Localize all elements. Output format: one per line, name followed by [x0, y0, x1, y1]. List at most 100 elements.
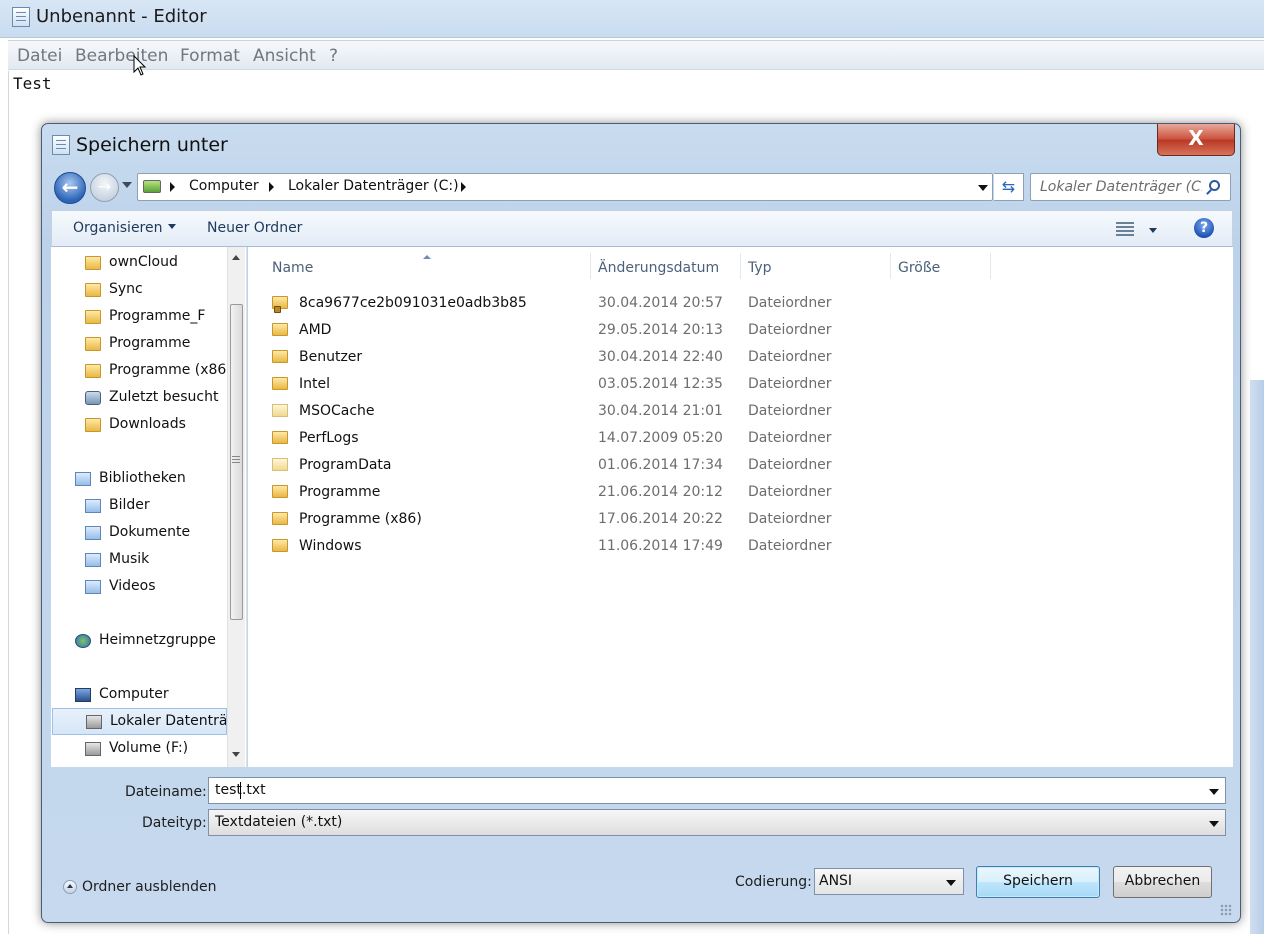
collapse-up-icon[interactable] — [63, 880, 77, 894]
scroll-up-icon[interactable] — [232, 255, 240, 260]
organize-button[interactable]: Organisieren — [73, 220, 176, 236]
breadcrumb-separator-icon[interactable] — [461, 182, 466, 192]
column-header-type[interactable]: Typ — [741, 253, 891, 279]
file-name: Windows — [299, 538, 362, 554]
text-caret — [240, 782, 241, 799]
breadcrumb-local-disk[interactable]: Lokaler Datenträger (C:) — [288, 178, 459, 194]
computer-icon — [75, 688, 91, 702]
column-header-size[interactable]: Größe — [891, 253, 991, 279]
folder-icon — [272, 512, 288, 525]
drive-icon — [86, 715, 102, 729]
address-bar[interactable]: Computer Lokaler Datenträger (C:) — [137, 173, 993, 201]
resize-grip-icon[interactable] — [1220, 904, 1232, 916]
nav-item-programme-x86[interactable]: Programme (x86) — [85, 360, 235, 384]
view-options-icon[interactable] — [1116, 222, 1134, 236]
nav-item-programme-f[interactable]: Programme_F — [85, 306, 235, 330]
nav-item-label: Computer — [99, 686, 169, 702]
hide-folders-link[interactable]: Ordner ausblenden — [82, 879, 217, 895]
back-button[interactable]: ← — [54, 172, 86, 204]
filetype-value: Textdateien (*.txt) — [215, 814, 343, 830]
encoding-select[interactable]: ANSI — [814, 868, 964, 895]
search-input[interactable]: Lokaler Datenträger (C:... — [1030, 173, 1231, 201]
nav-item-music[interactable]: Musik — [85, 549, 235, 573]
file-name: Programme — [299, 484, 381, 500]
column-header-name[interactable]: Name — [265, 253, 591, 279]
file-date: 21.06.2014 20:12 — [598, 484, 723, 500]
column-header-label: Name — [272, 260, 314, 276]
filetype-select[interactable]: Textdateien (*.txt) — [208, 809, 1226, 836]
nav-item-label: ownCloud — [109, 254, 178, 270]
nav-item-local-disk-c[interactable]: Lokaler Datenträger (C:) — [52, 708, 227, 735]
search-icon[interactable] — [1209, 180, 1220, 191]
file-row[interactable]: PerfLogs 14.07.2009 05:20 Dateiordner — [272, 426, 1232, 452]
file-date: 17.06.2014 20:22 — [598, 511, 723, 527]
file-date: 03.05.2014 12:35 — [598, 376, 723, 392]
nav-item-documents[interactable]: Dokumente — [85, 522, 235, 546]
chevron-down-icon[interactable] — [946, 880, 956, 886]
refresh-button[interactable]: ⇆ — [994, 173, 1024, 201]
file-row[interactable]: 8ca9677ce2b091031e0adb3b85 30.04.2014 20:… — [272, 291, 1232, 317]
filename-input[interactable]: test.txt — [208, 777, 1226, 804]
file-type: Dateiordner — [748, 403, 832, 419]
scroll-down-icon[interactable] — [232, 752, 240, 757]
nav-item-volume-f[interactable]: Volume (F:) — [85, 738, 235, 762]
nav-item-downloads[interactable]: Downloads — [85, 414, 235, 438]
file-row[interactable]: Programme 21.06.2014 20:12 Dateiordner — [272, 480, 1232, 506]
notepad-content[interactable]: Test — [13, 74, 52, 93]
file-row[interactable]: ProgramData 01.06.2014 17:34 Dateiordner — [272, 453, 1232, 479]
menu-ansicht[interactable]: Ansicht — [253, 46, 316, 66]
column-header-label: Typ — [748, 260, 772, 276]
file-row[interactable]: Intel 03.05.2014 12:35 Dateiordner — [272, 372, 1232, 398]
organize-label: Organisieren — [73, 220, 163, 236]
file-row[interactable]: Windows 11.06.2014 17:49 Dateiordner — [272, 534, 1232, 560]
menu-bearbeiten[interactable]: Bearbeiten — [75, 46, 168, 66]
filename-label: Dateiname: — [125, 784, 207, 800]
chevron-down-icon[interactable] — [1209, 821, 1219, 827]
nav-item-computer[interactable]: Computer — [75, 684, 235, 708]
scrollbar-grip-icon — [232, 456, 240, 463]
help-icon[interactable]: ? — [1194, 218, 1214, 238]
file-row[interactable]: Benutzer 30.04.2014 22:40 Dateiordner — [272, 345, 1232, 371]
recent-pages-dropdown-icon[interactable] — [122, 182, 132, 188]
notepad-icon — [52, 135, 70, 155]
locked-folder-icon — [272, 296, 288, 313]
folder-icon — [85, 337, 101, 351]
nav-item-programme[interactable]: Programme — [85, 333, 235, 357]
breadcrumb-separator-icon[interactable] — [269, 182, 274, 192]
menu-datei[interactable]: Datei — [17, 46, 62, 66]
notepad-titlebar: Unbenannt - Editor — [0, 0, 1264, 38]
lock-icon — [274, 306, 281, 313]
nav-item-recent-places[interactable]: Zuletzt besucht — [85, 387, 235, 411]
file-row[interactable]: MSOCache 30.04.2014 21:01 Dateiordner — [272, 399, 1232, 425]
file-row[interactable]: AMD 29.05.2014 20:13 Dateiordner — [272, 318, 1232, 344]
nav-item-owncloud[interactable]: ownCloud — [85, 252, 235, 276]
folder-icon — [85, 364, 101, 378]
nav-item-videos[interactable]: Videos — [85, 576, 235, 600]
nav-item-label: Volume (F:) — [109, 740, 189, 756]
save-as-dialog: Speichern unter X ← → Computer Lokaler D… — [41, 123, 1241, 923]
new-folder-button[interactable]: Neuer Ordner — [207, 220, 302, 236]
file-type: Dateiordner — [748, 484, 832, 500]
file-date: 30.04.2014 21:01 — [598, 403, 723, 419]
view-dropdown-icon[interactable] — [1149, 228, 1157, 233]
nav-item-sync[interactable]: Sync — [85, 279, 235, 303]
save-button[interactable]: Speichern — [976, 866, 1100, 898]
nav-item-pictures[interactable]: Bilder — [85, 495, 235, 519]
file-type: Dateiordner — [748, 511, 832, 527]
menu-format[interactable]: Format — [180, 46, 240, 66]
breadcrumb-separator-icon[interactable] — [170, 182, 175, 192]
menu-help[interactable]: ? — [329, 46, 338, 66]
breadcrumb-computer[interactable]: Computer — [189, 178, 259, 194]
nav-item-libraries[interactable]: Bibliotheken — [75, 468, 235, 492]
file-row[interactable]: Programme (x86) 17.06.2014 20:22 Dateiordn… — [272, 507, 1232, 533]
forward-button[interactable]: → — [90, 173, 119, 202]
chevron-down-icon[interactable] — [1209, 789, 1219, 795]
column-header-date[interactable]: Änderungsdatum — [591, 253, 741, 279]
close-button[interactable]: X — [1157, 124, 1235, 156]
nav-item-label: Dokumente — [109, 524, 191, 540]
folder-icon — [85, 283, 101, 297]
address-dropdown-icon[interactable] — [978, 185, 988, 191]
nav-item-label: Bilder — [109, 497, 150, 513]
cancel-button[interactable]: Abbrechen — [1113, 866, 1212, 898]
nav-item-homegroup[interactable]: Heimnetzgruppe — [75, 630, 235, 654]
